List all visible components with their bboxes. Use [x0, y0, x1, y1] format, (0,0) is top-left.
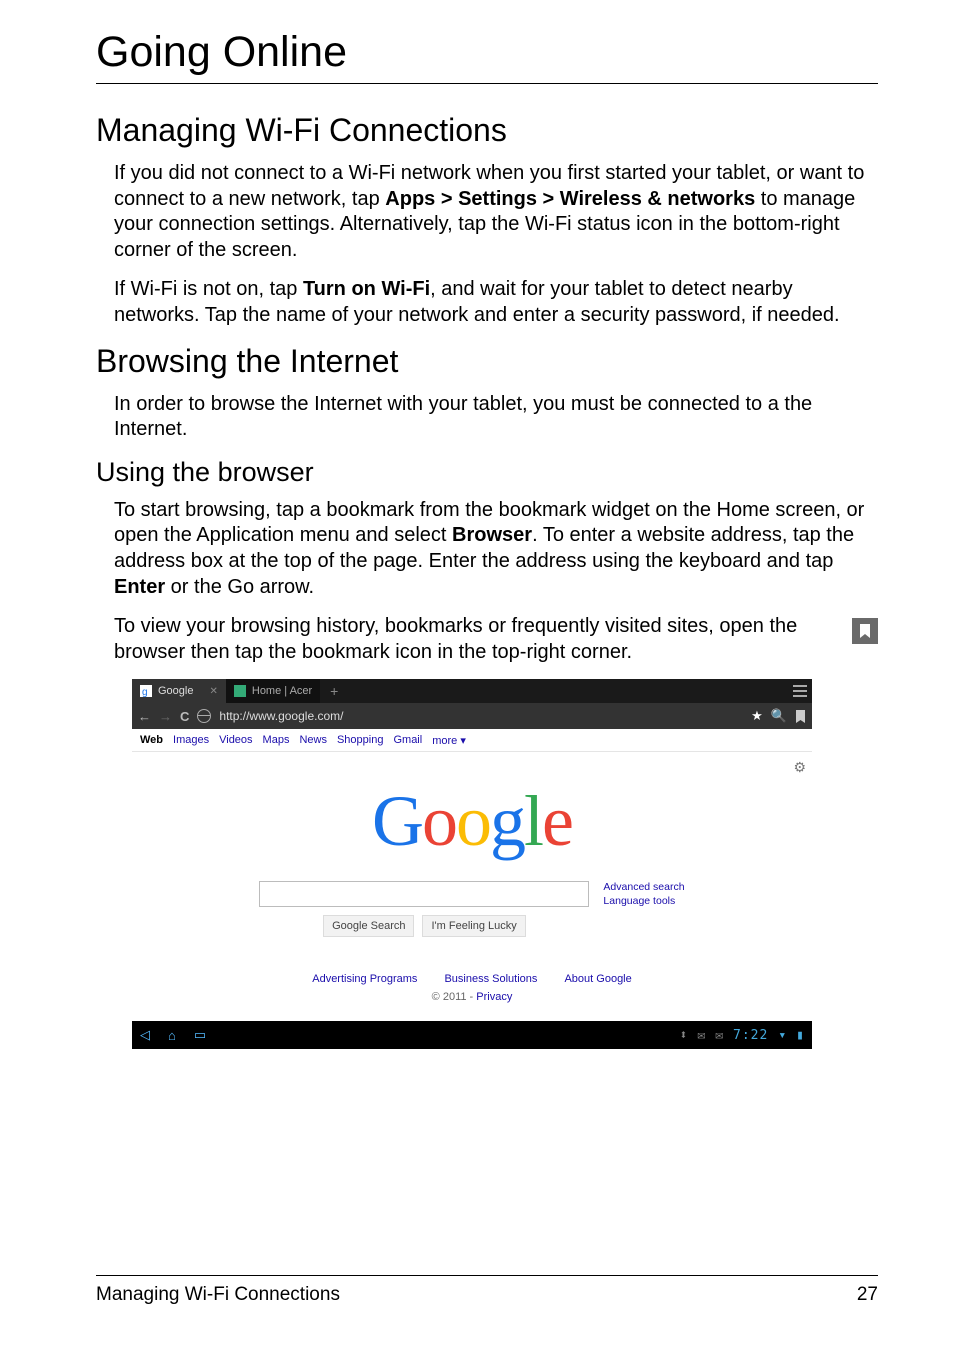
google-page: Web Images Videos Maps News Shopping Gma… [132, 729, 812, 1021]
close-icon[interactable]: ✕ [209, 686, 217, 697]
advanced-search-link[interactable]: Advanced search [603, 881, 684, 895]
bookmark-icon[interactable] [795, 710, 806, 723]
url-field[interactable]: http://www.google.com/ [219, 709, 743, 723]
copyright-text: © 2011 - [432, 991, 477, 1003]
globe-icon [197, 709, 211, 723]
heading-browsing: Browsing the Internet [96, 343, 878, 380]
browser-label: Browser [452, 524, 532, 546]
browser-p1: To start browsing, tap a bookmark from t… [114, 498, 878, 600]
back-icon[interactable]: ← [138, 709, 151, 724]
business-link[interactable]: Business Solutions [444, 973, 537, 985]
gear-icon[interactable]: ⚙ [793, 759, 806, 776]
browser-p2: To view your browsing history, bookmarks… [114, 614, 878, 665]
system-bar: ◁ ⌂ ▭ ⬍ ✉ ✉ 7:22 ▾ ▮ [132, 1021, 812, 1049]
bookmark-icon [852, 618, 878, 644]
enter-label: Enter [114, 576, 165, 598]
menu-path: Apps > Settings > Wireless & networks [385, 188, 755, 210]
wifi-icon: ▾ [778, 1028, 786, 1043]
footer-section: Managing Wi-Fi Connections [96, 1284, 340, 1306]
google-favicon-icon: g [140, 685, 152, 697]
page-number: 27 [857, 1284, 878, 1306]
feeling-lucky-button[interactable]: I'm Feeling Lucky [422, 915, 525, 937]
page-title: Going Online [96, 28, 878, 84]
svg-text:g: g [142, 687, 148, 697]
browsing-p1: In order to browse the Internet with you… [114, 392, 878, 443]
privacy-link[interactable]: Privacy [476, 991, 512, 1003]
search-input[interactable] [259, 881, 589, 907]
usb-icon: ⬍ [680, 1028, 688, 1043]
recents-sys-icon[interactable]: ▭ [194, 1027, 206, 1043]
text: To view your browsing history, bookmarks… [114, 615, 797, 663]
nav-news[interactable]: News [299, 734, 327, 747]
search-side-links: Advanced search Language tools [603, 881, 684, 908]
text: If Wi-Fi is not on, tap [114, 278, 303, 300]
nav-shopping[interactable]: Shopping [337, 734, 384, 747]
notification-icon[interactable]: ✉ [715, 1028, 723, 1043]
home-sys-icon[interactable]: ⌂ [168, 1028, 176, 1043]
clock: 7:22 [733, 1028, 768, 1043]
heading-wifi: Managing Wi-Fi Connections [96, 112, 878, 149]
nav-maps[interactable]: Maps [263, 734, 290, 747]
wifi-p2: If Wi-Fi is not on, tap Turn on Wi-Fi, a… [114, 277, 878, 328]
google-logo: Google [372, 780, 572, 863]
turn-on-wifi-label: Turn on Wi-Fi [303, 278, 430, 300]
google-nav: Web Images Videos Maps News Shopping Gma… [132, 729, 812, 752]
new-tab-button[interactable]: + [320, 679, 348, 703]
menu-icon[interactable] [788, 679, 812, 703]
nav-gmail[interactable]: Gmail [393, 734, 422, 747]
mail-icon[interactable]: ✉ [697, 1028, 705, 1043]
nav-more[interactable]: more ▾ [432, 734, 466, 747]
browser-screenshot: g Google ✕ Home | Acer + ← → C http://ww… [132, 679, 812, 1049]
nav-images[interactable]: Images [173, 734, 209, 747]
wifi-p1: If you did not connect to a Wi-Fi networ… [114, 161, 878, 263]
tab-strip: g Google ✕ Home | Acer + [132, 679, 812, 703]
star-icon[interactable]: ★ [751, 708, 763, 724]
tab-label: Home | Acer [252, 685, 312, 697]
back-sys-icon[interactable]: ◁ [140, 1027, 150, 1043]
text: or the Go arrow. [165, 576, 314, 598]
heading-browser: Using the browser [96, 457, 878, 488]
url-bar: ← → C http://www.google.com/ ★ 🔍 [132, 703, 812, 729]
forward-icon[interactable]: → [159, 709, 172, 724]
acer-favicon-icon [234, 685, 246, 697]
advertising-link[interactable]: Advertising Programs [312, 973, 417, 985]
language-tools-link[interactable]: Language tools [603, 895, 684, 909]
nav-web[interactable]: Web [140, 734, 163, 747]
about-link[interactable]: About Google [564, 973, 631, 985]
tab-acer[interactable]: Home | Acer [226, 679, 320, 703]
search-icon[interactable]: 🔍 [771, 708, 787, 724]
google-footer: Advertising Programs Business Solutions … [132, 973, 812, 1003]
battery-icon: ▮ [796, 1028, 804, 1043]
tab-google[interactable]: g Google ✕ [132, 679, 226, 703]
reload-icon[interactable]: C [180, 709, 189, 724]
google-search-button[interactable]: Google Search [323, 915, 414, 937]
nav-videos[interactable]: Videos [219, 734, 252, 747]
tab-label: Google [158, 685, 193, 697]
page-footer: Managing Wi-Fi Connections 27 [96, 1275, 878, 1306]
